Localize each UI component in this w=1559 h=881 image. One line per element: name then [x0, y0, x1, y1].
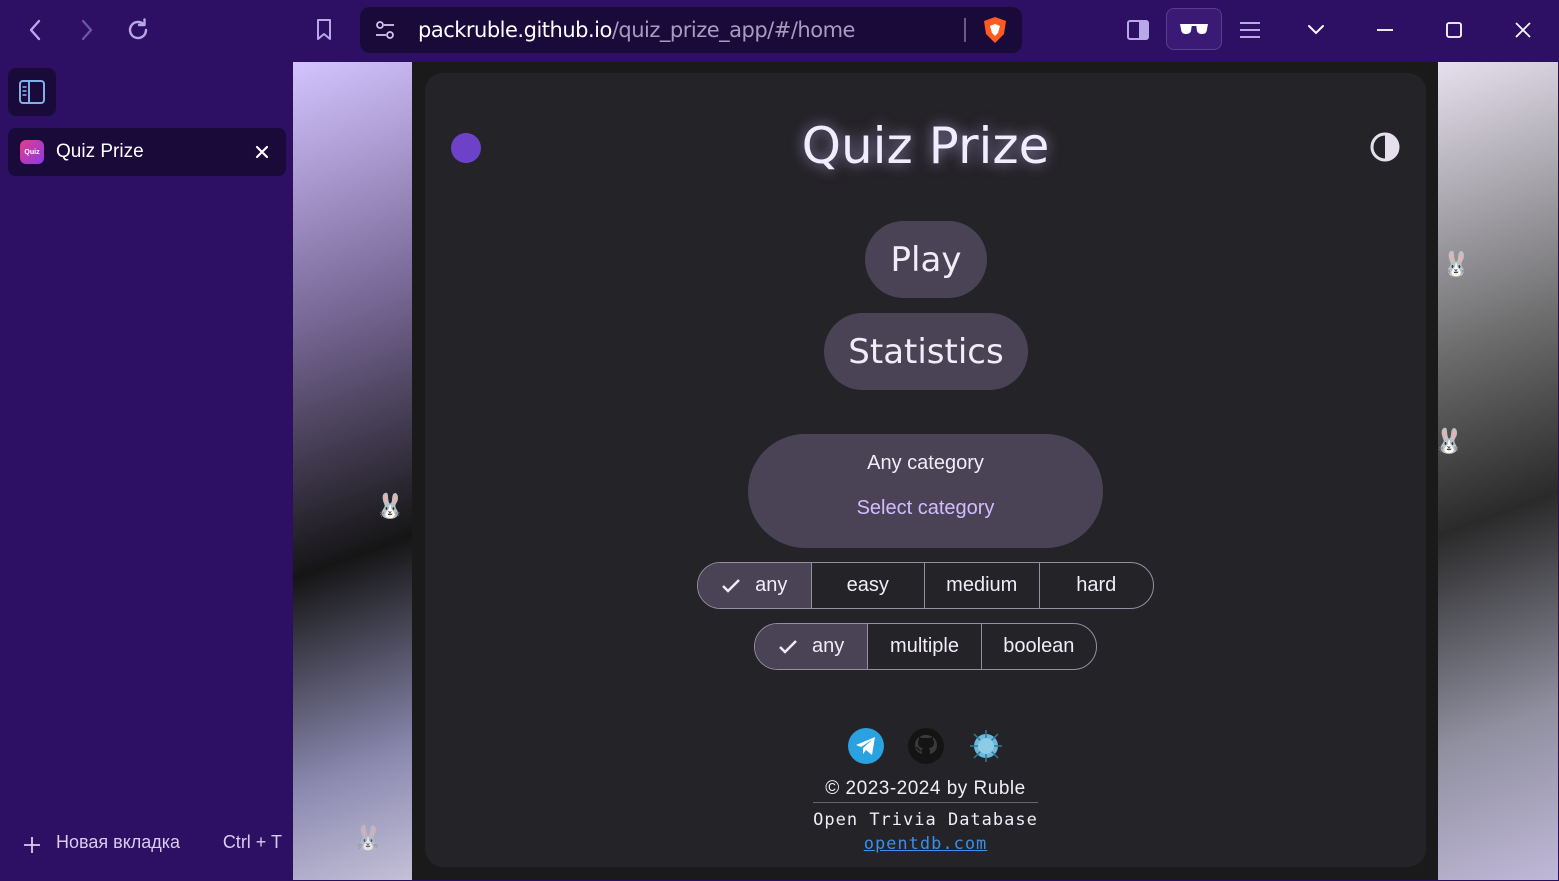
- vertical-tabs-sidebar: Quiz Quiz Prize Новая вкладка Ctrl + T: [0, 62, 292, 881]
- plus-icon: [24, 837, 40, 853]
- category-selector[interactable]: Any category Select category: [748, 434, 1103, 548]
- close-window-button[interactable]: [1503, 10, 1543, 50]
- reader-mode-button[interactable]: [1166, 8, 1222, 50]
- bookmark-icon: [317, 19, 331, 40]
- background-right: [1438, 62, 1558, 880]
- minimize-icon: [1377, 29, 1393, 31]
- sidebar-panel-icon: [19, 80, 45, 104]
- close-icon: [255, 145, 269, 159]
- type-segmented-control: any multiple boolean: [754, 623, 1097, 670]
- copyright-text: © 2023-2024 by Ruble: [825, 778, 1026, 799]
- type-any[interactable]: any: [755, 624, 869, 669]
- bunny-icon: 🐰: [1434, 428, 1464, 455]
- back-button[interactable]: [18, 12, 54, 48]
- difficulty-medium[interactable]: medium: [925, 563, 1040, 608]
- background-left: [293, 62, 412, 880]
- quiz-favicon-icon: Quiz: [20, 140, 44, 164]
- type-any-label: any: [812, 635, 845, 657]
- new-tab-button[interactable]: Новая вкладка Ctrl + T: [20, 830, 282, 860]
- url-separator: [964, 18, 966, 42]
- tab-search-button[interactable]: [1296, 10, 1336, 50]
- site-settings-icon[interactable]: [374, 19, 396, 41]
- statistics-button[interactable]: Statistics: [824, 313, 1028, 390]
- maximize-icon: [1446, 22, 1462, 38]
- opentdb-link[interactable]: opentdb.com: [425, 834, 1426, 854]
- page-title: Quiz Prize: [801, 117, 1050, 175]
- main-card: Quiz Prize Play Statistics Any category …: [425, 73, 1426, 867]
- web-page: 🐰 🐰 🐰 🐰 Quiz Prize Play Statistics Any c…: [293, 62, 1558, 880]
- sidebar-panel-button[interactable]: [1120, 12, 1156, 48]
- back-icon: [29, 19, 41, 41]
- new-tab-shortcut: Ctrl + T: [222, 832, 282, 852]
- forward-icon: [81, 19, 93, 41]
- close-icon: [1515, 22, 1531, 38]
- select-category-link[interactable]: Select category: [748, 497, 1103, 520]
- reload-button[interactable]: [120, 12, 156, 48]
- reader-glasses-icon: [1180, 24, 1208, 34]
- address-bar[interactable]: packruble.github.io/quiz_prize_app/#/hom…: [360, 7, 1022, 53]
- category-label: Any category: [867, 452, 984, 474]
- check-icon: [779, 639, 797, 654]
- difficulty-easy[interactable]: easy: [812, 563, 925, 608]
- sidebar-collapse-button[interactable]: [8, 68, 56, 116]
- new-tab-label: Новая вкладка: [56, 832, 181, 852]
- bunny-icon: 🐰: [1441, 251, 1471, 278]
- maximize-button[interactable]: [1434, 10, 1474, 50]
- chevron-down-icon: [1308, 25, 1324, 35]
- social-links: [845, 727, 1005, 767]
- url-path: /quiz_prize_app/#/home: [611, 18, 856, 42]
- source-text: Open Trivia Database: [813, 810, 1038, 830]
- difficulty-any-label: any: [755, 574, 788, 596]
- play-button[interactable]: Play: [865, 221, 987, 298]
- github-icon[interactable]: [907, 727, 945, 765]
- menu-button[interactable]: [1232, 12, 1268, 48]
- footer-divider: [813, 802, 1038, 803]
- forward-button[interactable]: [68, 12, 104, 48]
- type-boolean[interactable]: boolean: [982, 624, 1096, 669]
- bunny-icon: 🐰: [375, 493, 405, 520]
- reload-icon: [128, 18, 148, 40]
- url-text[interactable]: packruble.github.io/quiz_prize_app/#/hom…: [418, 18, 855, 42]
- hedgehog-icon[interactable]: [967, 727, 1005, 765]
- menu-icon: [1240, 22, 1260, 38]
- difficulty-any[interactable]: any: [698, 563, 812, 608]
- tab-quiz-prize[interactable]: Quiz Quiz Prize: [8, 128, 286, 176]
- tab-close-button[interactable]: [250, 140, 274, 164]
- difficulty-hard[interactable]: hard: [1040, 563, 1154, 608]
- minimize-button[interactable]: [1365, 10, 1405, 50]
- bunny-icon: 🐰: [353, 825, 383, 852]
- brave-shield-icon[interactable]: [982, 16, 1008, 44]
- tab-title: Quiz Prize: [56, 141, 144, 162]
- check-icon: [722, 578, 740, 593]
- sidebar-toggle-icon: [1127, 20, 1149, 40]
- difficulty-segmented-control: any easy medium hard: [697, 562, 1154, 609]
- browser-toolbar: packruble.github.io/quiz_prize_app/#/hom…: [0, 0, 1559, 62]
- type-multiple[interactable]: multiple: [868, 624, 982, 669]
- bookmark-button[interactable]: [306, 12, 342, 48]
- telegram-icon[interactable]: [847, 727, 885, 765]
- url-host: packruble.github.io: [418, 18, 612, 42]
